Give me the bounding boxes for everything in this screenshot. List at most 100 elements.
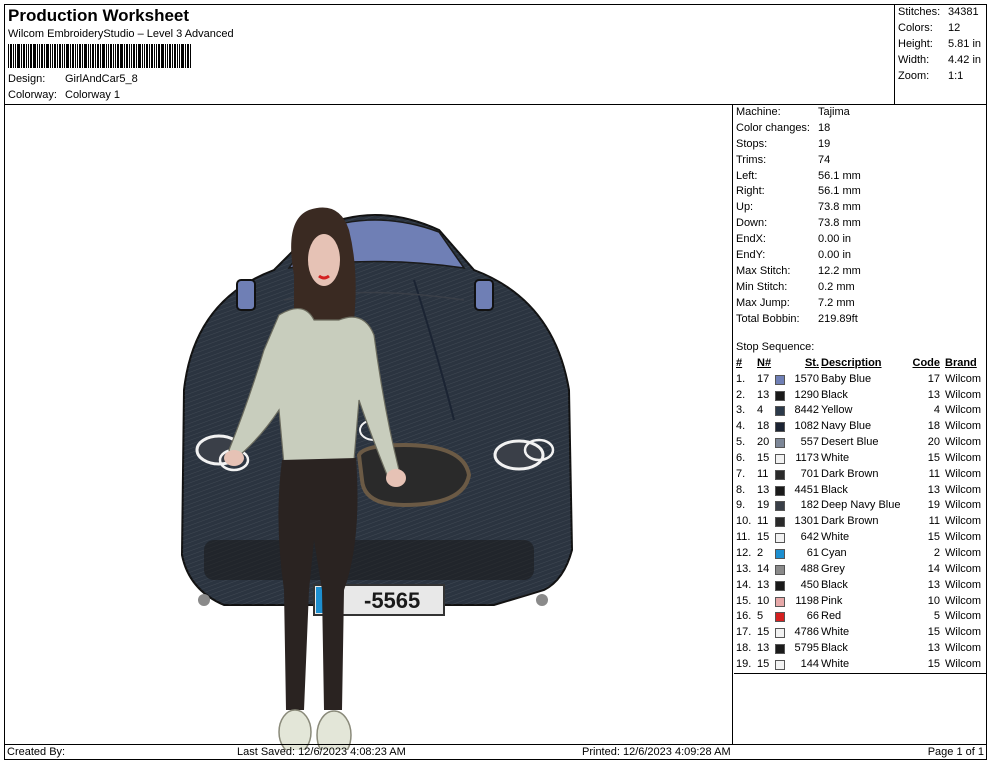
table-row: 7. 11 701 Dark Brown 11 Wilcom	[734, 467, 987, 483]
barcode-bar	[41, 44, 43, 68]
barcode-bar	[59, 44, 61, 68]
stat-value: 0.00 in	[818, 249, 852, 262]
cell-brand: Wilcom	[945, 657, 982, 670]
summary-box: Stitches: 34381 Colors: 12 Height: 5.81 in …	[895, 4, 987, 105]
cell-num: 1.	[736, 372, 746, 385]
stat-label: Color changes:	[736, 121, 810, 134]
col-n: N#	[757, 356, 772, 369]
cell-brand: Wilcom	[945, 436, 982, 449]
barcode-bar	[181, 44, 184, 68]
color-swatch	[775, 438, 785, 449]
table-row: 16. 5 66 Red 5 Wilcom	[734, 609, 987, 625]
cell-code: 2	[933, 546, 940, 559]
stat-row: Max Jump: 7.2 mm	[734, 296, 987, 312]
cell-desc: Black	[821, 388, 848, 401]
barcode-bar	[138, 44, 141, 68]
barcode-bar	[110, 44, 112, 68]
cell-st: 182	[800, 499, 819, 512]
barcode-bar	[113, 44, 114, 68]
cell-desc: Black	[821, 642, 848, 655]
barcode-bar	[126, 44, 128, 68]
cell-num: 13.	[736, 562, 752, 575]
barcode-bar	[102, 44, 105, 68]
table-row: 6. 15 1173 White 15 Wilcom	[734, 451, 987, 467]
table-row: 5. 20 557 Desert Blue 20 Wilcom	[734, 435, 987, 451]
cell-brand: Wilcom	[945, 372, 982, 385]
cell-code: 17	[927, 372, 940, 385]
color-swatch	[775, 628, 785, 639]
stat-value: 19	[818, 137, 831, 150]
barcode-bar	[124, 44, 125, 68]
cell-code: 4	[933, 404, 940, 417]
cell-code: 15	[927, 451, 940, 464]
barcode-bar	[187, 44, 189, 68]
cell-desc: Grey	[821, 562, 845, 575]
color-swatch	[775, 644, 785, 655]
cell-n: 13	[757, 388, 770, 401]
barcode-bar	[167, 44, 168, 68]
cell-code: 5	[933, 610, 940, 623]
cell-n: 19	[757, 499, 770, 512]
table-row: 8. 13 4451 Black 13 Wilcom	[734, 483, 987, 499]
stat-value: 73.8 mm	[818, 217, 861, 230]
barcode-bar	[17, 44, 20, 68]
cell-num: 2.	[736, 388, 746, 401]
stat-row: Stops: 19	[734, 137, 987, 153]
software-name: Wilcom EmbroideryStudio – Level 3 Advanc…	[8, 28, 234, 40]
color-swatch	[775, 501, 785, 512]
barcode-bar	[149, 44, 150, 68]
barcode-bar	[174, 44, 176, 68]
cell-n: 15	[757, 657, 770, 670]
barcode-bar	[37, 44, 38, 68]
cell-code: 13	[927, 578, 940, 591]
cell-brand: Wilcom	[945, 546, 982, 559]
stat-row: Min Stitch: 0.2 mm	[734, 280, 987, 296]
cell-st: 4451	[794, 483, 819, 496]
cell-desc: Black	[821, 483, 848, 496]
cell-desc: Dark Brown	[821, 467, 879, 480]
barcode-bar	[154, 44, 155, 68]
colorway-row: Colorway: Colorway 1	[8, 89, 120, 101]
stat-value: 219.89ft	[818, 312, 858, 325]
barcode-bar	[54, 44, 56, 68]
barcode-bar	[21, 44, 22, 68]
table-row: 3. 4 8442 Yellow 4 Wilcom	[734, 403, 987, 419]
stat-label: Left:	[736, 169, 758, 182]
cell-code: 15	[927, 657, 940, 670]
cell-st: 557	[800, 436, 819, 449]
stat-label: Max Stitch:	[736, 264, 791, 277]
stat-label: Right:	[736, 185, 765, 198]
cell-n: 11	[757, 467, 769, 480]
barcode-bar	[108, 44, 109, 68]
cell-brand: Wilcom	[945, 610, 982, 623]
barcode-bar	[10, 44, 12, 68]
cell-brand: Wilcom	[945, 404, 982, 417]
stop-sequence-header: # N# St. Description Code Brand	[734, 356, 987, 372]
barcode-bar	[129, 44, 130, 68]
stat-row: EndX: 0.00 in	[734, 232, 987, 248]
barcode-bar	[44, 44, 45, 68]
barcode-bar	[165, 44, 166, 68]
stat-row: EndY: 0.00 in	[734, 248, 987, 264]
table-row: 13. 14 488 Grey 14 Wilcom	[734, 562, 987, 578]
cell-code: 11	[928, 515, 940, 528]
stop-sequence-table: Stop Sequence: # N# St. Description Code…	[734, 340, 987, 674]
cell-code: 15	[927, 531, 940, 544]
design-label: Design:	[8, 73, 46, 85]
color-swatch	[775, 580, 785, 591]
cell-st: 1570	[794, 372, 819, 385]
barcode-bar	[88, 44, 89, 68]
stat-value: Tajima	[818, 106, 850, 118]
cell-n: 13	[757, 642, 770, 655]
stat-value: 56.1 mm	[818, 169, 861, 182]
footer: Created By: Last Saved: 12/6/2023 4:08:2…	[4, 744, 987, 760]
created-by: Created By:	[7, 746, 66, 758]
machine-stats: Machine: Tajima Color changes: 18 Stops: 19 Tr…	[734, 105, 987, 327]
stat-label: Stops:	[736, 137, 768, 150]
barcode-bar	[95, 44, 96, 68]
colorway-label: Colorway:	[8, 89, 57, 101]
barcode-bar	[156, 44, 157, 68]
cell-st: 144	[800, 657, 819, 670]
barcode-bar	[70, 44, 71, 68]
barcode-bar	[131, 44, 132, 68]
